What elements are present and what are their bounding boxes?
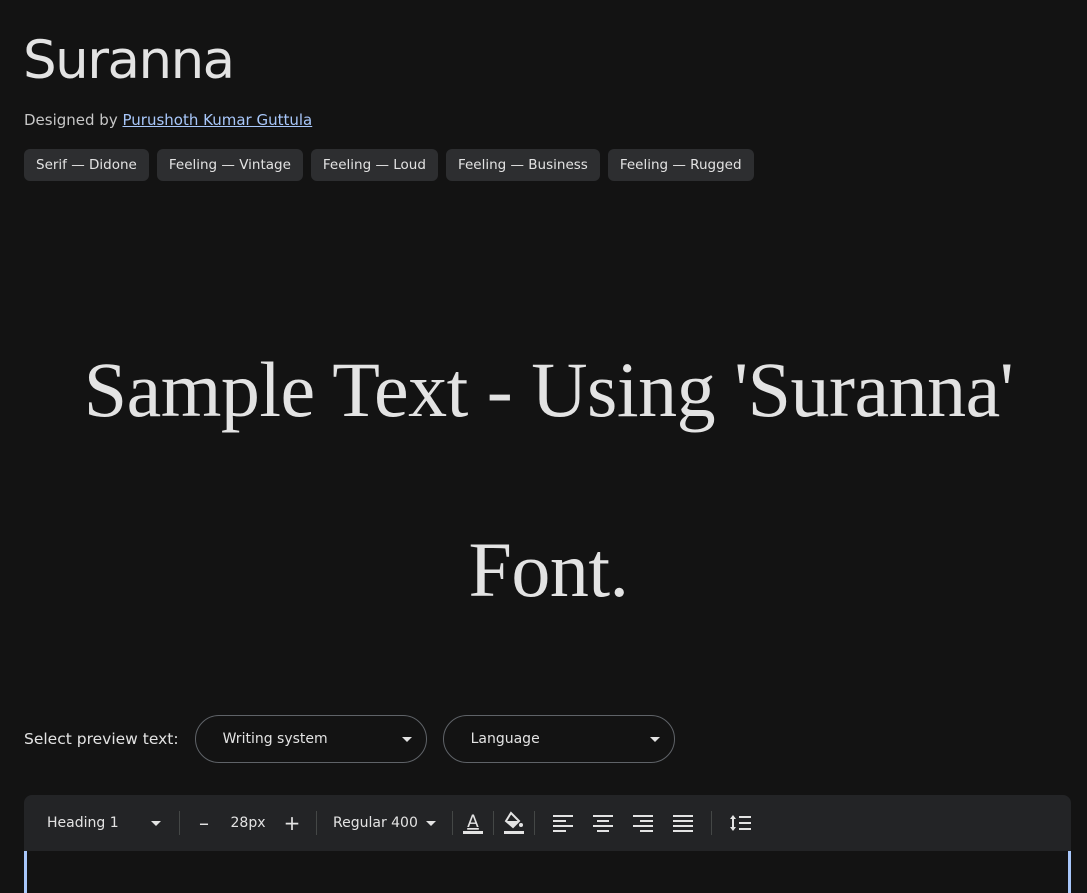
align-left-button[interactable] [543, 803, 583, 843]
tag-feeling-rugged[interactable]: Feeling — Rugged [607, 149, 754, 181]
toolbar-divider [451, 811, 453, 835]
text-style-select[interactable]: Heading 1 [47, 815, 171, 831]
preview-label: Select preview text: [24, 730, 179, 748]
tag-feeling-loud[interactable]: Feeling — Loud [310, 149, 438, 181]
toolbar-divider [179, 811, 180, 835]
font-weight-value: Regular 400 [333, 815, 418, 831]
text-style-value: Heading 1 [47, 815, 119, 831]
toolbar-divider [533, 811, 535, 835]
align-center-button[interactable] [583, 803, 623, 843]
chevron-down-icon [649, 736, 660, 742]
font-weight-select[interactable]: Regular 400 [325, 815, 444, 831]
designer-line: Designed by Purushoth Kumar Guttula [24, 110, 312, 130]
font-specimen-page: Suranna Designed by Purushoth Kumar Gutt… [0, 0, 1087, 893]
font-size-value[interactable]: 28px [220, 815, 276, 831]
writing-system-select[interactable]: Writing system [194, 715, 427, 763]
justify-button[interactable] [663, 803, 703, 843]
align-right-button[interactable] [623, 803, 663, 843]
tag-feeling-vintage[interactable]: Feeling — Vintage [156, 149, 303, 181]
preview-text-selector: Select preview text: Writing system Lang… [24, 715, 691, 763]
font-title: Suranna [23, 30, 235, 91]
preview-text-editor[interactable] [24, 851, 1071, 893]
chevron-down-icon [425, 820, 436, 826]
designed-by-label: Designed by [24, 111, 118, 129]
editor-toolbar: Heading 1 – 28px + Regular 400 A [24, 795, 1071, 851]
increase-size-button[interactable]: + [276, 807, 308, 839]
decrease-size-button[interactable]: – [188, 807, 220, 839]
line-height-button[interactable] [720, 803, 760, 843]
writing-system-value: Writing system [222, 731, 328, 747]
svg-text:A: A [467, 812, 479, 832]
highlight-color-button[interactable] [502, 803, 526, 843]
toolbar-divider [316, 811, 317, 835]
text-color-button[interactable]: A [461, 803, 485, 843]
toolbar-divider [710, 811, 712, 835]
tag-list: Serif — Didone Feeling — Vintage Feeling… [24, 149, 754, 181]
tag-serif-didone[interactable]: Serif — Didone [24, 149, 149, 181]
align-left-icon [552, 815, 573, 832]
align-justify-icon [672, 815, 693, 832]
chevron-down-icon [401, 736, 412, 742]
language-value: Language [470, 731, 540, 747]
line-height-icon [729, 815, 751, 831]
text-color-icon: A [462, 812, 483, 834]
align-right-icon [632, 815, 653, 832]
fill-color-icon [503, 811, 524, 834]
language-select[interactable]: Language [442, 715, 675, 763]
tag-feeling-business[interactable]: Feeling — Business [445, 149, 600, 181]
chevron-down-icon [151, 820, 161, 826]
toolbar-divider [492, 811, 494, 835]
align-center-icon [592, 815, 613, 832]
sample-text-preview: Sample Text - Using 'Suranna' Font. [83, 346, 1014, 613]
designer-link[interactable]: Purushoth Kumar Guttula [123, 111, 313, 129]
